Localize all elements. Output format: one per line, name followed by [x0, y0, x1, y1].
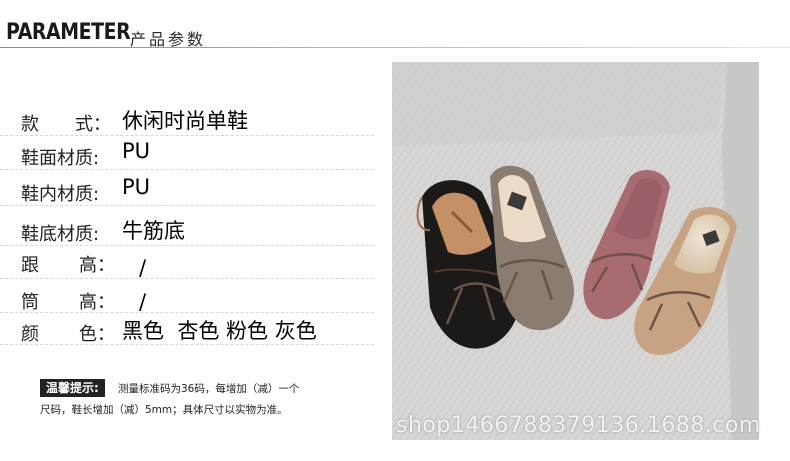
param-label-first: 颜 — [21, 324, 39, 345]
param-label: 鞋底材质: — [21, 224, 100, 245]
param-row-sole-material: 鞋底材质: 牛筋底 — [0, 213, 392, 246]
param-label: 筒 高： — [21, 288, 115, 314]
param-label-first: 筒 — [21, 292, 39, 313]
row-divider — [0, 278, 374, 279]
tip-text-line1: 测量标准码为36码，每增加（减）一个 — [118, 383, 300, 395]
param-label-first: 款 — [21, 114, 39, 135]
shoes-illustration — [392, 62, 759, 440]
param-row-upper-material: 鞋面材质: PU — [0, 137, 392, 170]
row-divider — [0, 169, 374, 170]
param-label: 款 式： — [21, 110, 111, 136]
param-label: 鞋面材质: — [21, 148, 100, 169]
tip-text-line2: 尺码，鞋长增加（减）5mm；具体尺寸以实物为准。 — [40, 404, 288, 416]
param-value: PU — [122, 175, 151, 199]
param-label-second: 高： — [79, 255, 115, 276]
param-label: 跟 高： — [21, 251, 115, 277]
param-row-heel-height: 跟 高： / — [0, 246, 392, 280]
param-row-lining-material: 鞋内材质: PU — [0, 173, 392, 206]
row-divider — [0, 344, 374, 345]
page-header: PARAMETER 产品参数 — [0, 0, 790, 52]
product-photo — [392, 62, 759, 440]
param-row-shaft-height: 筒 高： / — [0, 280, 392, 314]
tip-badge: 温馨提示: — [40, 379, 105, 397]
param-value: 休闲时尚单鞋 — [122, 109, 248, 133]
shop-watermark: shop1466788379136.1688.com — [396, 413, 761, 438]
row-divider — [0, 135, 374, 136]
param-value: 黑色 杏色 粉色 灰色 — [122, 319, 317, 343]
row-divider — [0, 205, 374, 206]
param-value: PU — [122, 139, 151, 163]
param-label: 鞋内材质: — [21, 184, 100, 205]
param-row-style: 款 式： 休闲时尚单鞋 — [0, 103, 392, 136]
param-label-first: 跟 — [21, 255, 39, 276]
param-value: / — [139, 256, 147, 280]
param-row-color: 颜 色： 黑色 杏色 粉色 灰色 — [0, 312, 392, 345]
param-label-second: 色： — [79, 324, 115, 345]
header-title: PARAMETER — [6, 20, 131, 45]
header-divider — [0, 47, 790, 48]
param-value: / — [139, 290, 147, 314]
param-label-second: 式： — [75, 114, 111, 135]
param-value: 牛筋底 — [122, 219, 185, 243]
param-label: 颜 色： — [21, 320, 115, 346]
size-tip: 温馨提示: 测量标准码为36码，每增加（减）一个 尺码，鞋长增加（减）5mm；具… — [36, 375, 336, 418]
param-label-second: 高： — [79, 292, 115, 313]
